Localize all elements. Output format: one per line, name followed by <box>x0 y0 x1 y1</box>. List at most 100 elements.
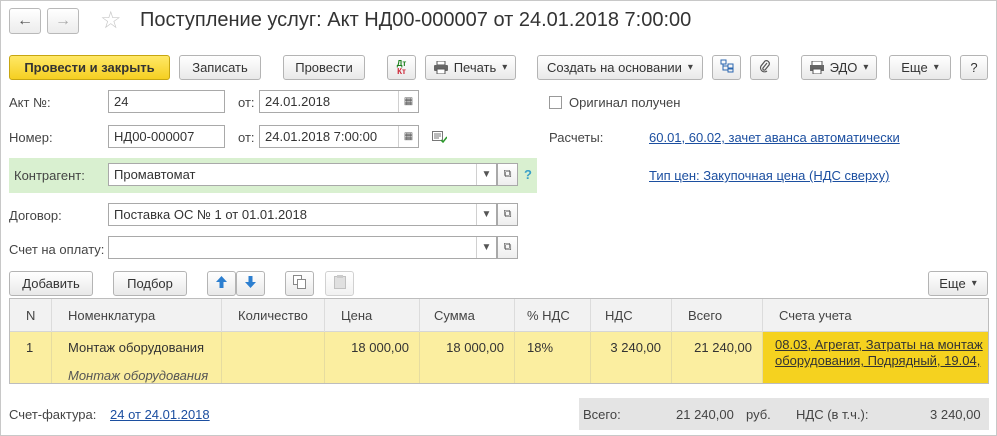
contract-input[interactable]: Поставка ОС № 1 от 01.01.2018 ▼ <box>108 203 497 226</box>
row-total[interactable]: 21 240,00 <box>672 332 763 383</box>
paste-row-button[interactable] <box>325 271 354 296</box>
open-contractor-button[interactable]: ⧉ <box>497 163 518 186</box>
open-in-window-icon: ⧉ <box>503 208 512 220</box>
save-button[interactable]: Записать <box>179 55 261 80</box>
header-sum[interactable]: Сумма <box>420 299 515 332</box>
print-button[interactable]: Печать <box>425 55 516 80</box>
edit-document-icon[interactable] <box>432 130 448 146</box>
more-label: Еще <box>901 60 928 75</box>
edo-icon <box>809 61 824 74</box>
contractor-label: Контрагент: <box>14 168 85 183</box>
copy-icon <box>293 275 306 292</box>
header-vat[interactable]: НДС <box>591 299 672 332</box>
header-vat-rate[interactable]: % НДС <box>515 299 591 332</box>
contractor-value: Промавтомат <box>114 167 196 182</box>
row-accounts[interactable]: 08.03, Агрегат, Затраты на монтаж оборуд… <box>763 332 988 383</box>
price-type-link[interactable]: Тип цен: Закупочная цена (НДС сверху) <box>649 168 889 183</box>
act-date-label: от: <box>238 95 255 110</box>
help-button[interactable]: ? <box>960 55 988 80</box>
post-and-close-button[interactable]: Провести и закрыть <box>9 55 170 80</box>
copy-row-button[interactable] <box>285 271 314 296</box>
row-quantity[interactable] <box>222 332 325 383</box>
tax-invoice-link[interactable]: 24 от 24.01.2018 <box>110 407 210 422</box>
chevron-down-icon[interactable]: ▼ <box>476 164 496 185</box>
open-contract-button[interactable]: ⧉ <box>497 203 518 226</box>
header-accounts[interactable]: Счета учета <box>763 299 988 332</box>
vat-included-value: 3 240,00 <box>930 407 981 422</box>
total-label: Всего: <box>583 407 621 422</box>
open-in-window-icon: ⧉ <box>503 168 512 180</box>
chevron-down-icon[interactable]: ▼ <box>476 204 496 225</box>
contractor-help-icon[interactable]: ? <box>524 167 532 182</box>
contract-value: Поставка ОС № 1 от 01.01.2018 <box>114 207 307 222</box>
printer-icon <box>433 61 448 74</box>
act-date-value: 24.01.2018 <box>265 94 331 109</box>
row-sum[interactable]: 18 000,00 <box>420 332 515 383</box>
header-total[interactable]: Всего <box>672 299 763 332</box>
create-based-on-label: Создать на основании <box>547 60 682 75</box>
page-title: Поступление услуг: Акт НД00-000007 от 24… <box>140 9 692 31</box>
table-header: N Номенклатура Количество Цена Сумма % Н… <box>10 299 988 332</box>
header-price[interactable]: Цена <box>325 299 420 332</box>
number-date-label: от: <box>238 130 255 145</box>
table-more-button[interactable]: Еще <box>928 271 988 296</box>
calendar-icon[interactable]: ▦ <box>398 126 418 147</box>
currency-label: руб. <box>746 407 771 422</box>
row-vat[interactable]: 3 240,00 <box>591 332 672 383</box>
arrow-right-icon: → <box>55 12 71 29</box>
contract-label: Договор: <box>9 208 62 223</box>
attachments-button[interactable] <box>750 55 779 80</box>
act-number-input[interactable]: 24 <box>108 90 225 113</box>
select-items-button[interactable]: Подбор <box>113 271 187 296</box>
calendar-icon[interactable]: ▦ <box>398 91 418 112</box>
favorite-star-icon[interactable]: ☆ <box>100 6 122 35</box>
row-accounts-line-1: 08.03, Агрегат, Затраты на монтаж <box>775 337 983 352</box>
number-datetime-input[interactable]: 24.01.2018 7:00:00 ▦ <box>259 125 419 148</box>
chevron-down-icon[interactable]: ▼ <box>476 237 496 258</box>
payment-invoice-input[interactable]: ▼ <box>108 236 497 259</box>
row-item-content: Монтаж оборудования <box>68 368 209 383</box>
row-nomenclature[interactable]: Монтаж оборудования Монтаж оборудования <box>52 332 222 383</box>
create-based-on-button[interactable]: Создать на основании <box>537 55 703 80</box>
payment-invoice-label: Счет на оплату: <box>9 242 105 257</box>
row-item-name: Монтаж оборудования <box>68 340 205 355</box>
contractor-input[interactable]: Промавтомат ▼ <box>108 163 497 186</box>
number-label: Номер: <box>9 130 53 145</box>
document-structure-icon <box>720 59 734 76</box>
move-down-button[interactable] <box>236 271 265 296</box>
move-up-button[interactable] <box>207 271 236 296</box>
row-n: 1 <box>10 332 52 383</box>
header-nomenclature[interactable]: Номенклатура <box>52 299 222 332</box>
table-row[interactable]: 1 Монтаж оборудования Монтаж оборудовани… <box>10 332 988 383</box>
act-number-label: Акт №: <box>9 95 51 110</box>
back-button[interactable]: ← <box>9 8 41 34</box>
open-in-window-icon: ⧉ <box>503 241 512 253</box>
dt-kt-icon: Дт Кт <box>396 58 407 76</box>
forward-button[interactable]: → <box>47 8 79 34</box>
dt-kt-button[interactable]: Дт Кт <box>387 55 416 80</box>
services-table: N Номенклатура Количество Цена Сумма % Н… <box>9 298 989 384</box>
header-n[interactable]: N <box>10 299 52 332</box>
number-input[interactable]: НД00-000007 <box>108 125 225 148</box>
row-vat-rate[interactable]: 18% <box>515 332 591 383</box>
edo-label: ЭДО <box>829 60 858 75</box>
settlements-link[interactable]: 60.01, 60.02, зачет аванса автоматически <box>649 130 900 145</box>
tax-invoice-label: Счет-фактура: <box>9 407 97 422</box>
edo-button[interactable]: ЭДО <box>801 55 877 80</box>
structure-icon-button[interactable] <box>712 55 741 80</box>
original-received-checkbox[interactable] <box>549 96 562 109</box>
act-date-input[interactable]: 24.01.2018 ▦ <box>259 90 419 113</box>
number-datetime-value: 24.01.2018 7:00:00 <box>265 129 378 144</box>
print-label: Печать <box>453 60 497 75</box>
total-value: 21 240,00 <box>676 407 734 422</box>
add-row-button[interactable]: Добавить <box>9 271 93 296</box>
row-price[interactable]: 18 000,00 <box>325 332 420 383</box>
post-button[interactable]: Провести <box>283 55 365 80</box>
arrow-left-icon: ← <box>17 12 33 29</box>
original-received-label: Оригинал получен <box>569 95 681 110</box>
header-quantity[interactable]: Количество <box>222 299 325 332</box>
table-more-label: Еще <box>939 276 966 291</box>
paste-icon <box>333 275 346 292</box>
open-payment-invoice-button[interactable]: ⧉ <box>497 236 518 259</box>
more-actions-button[interactable]: Еще <box>889 55 951 80</box>
